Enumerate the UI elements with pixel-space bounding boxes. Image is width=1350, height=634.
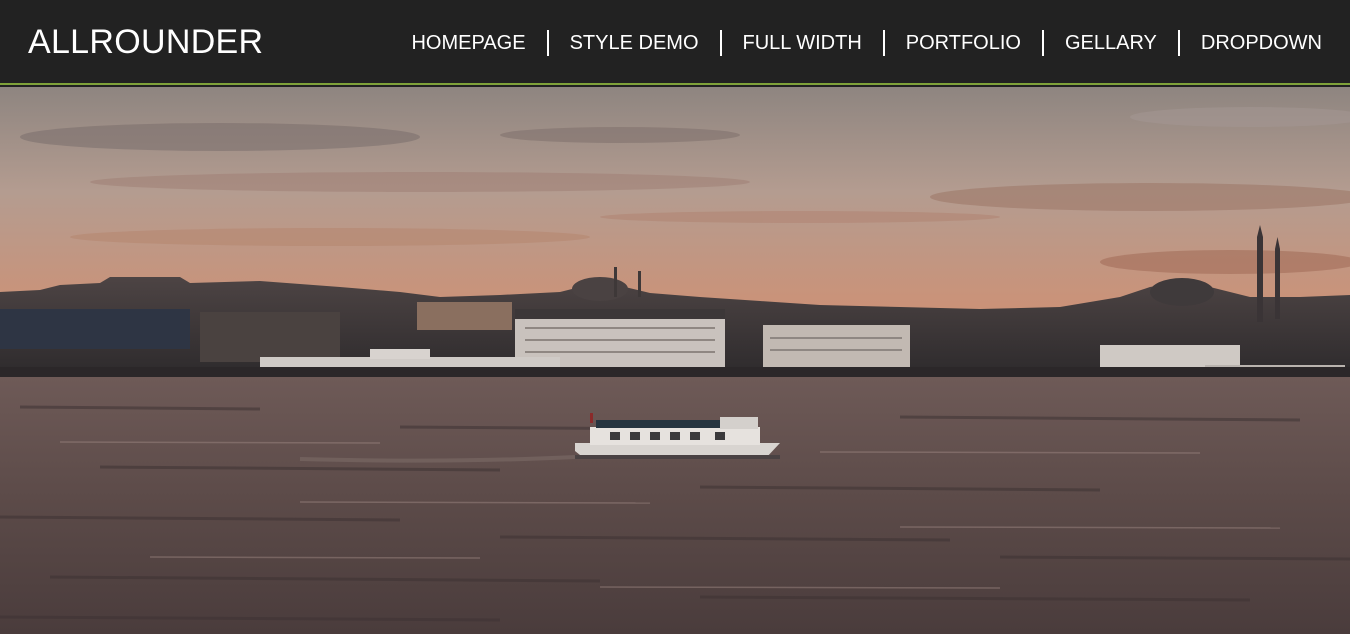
nav-item-gallery[interactable]: GELLARY — [1041, 30, 1178, 56]
nav-item-full-width[interactable]: FULL WIDTH — [719, 30, 883, 56]
nav-item-portfolio[interactable]: PORTFOLIO — [882, 30, 1042, 56]
site-header: ALLROUNDER HOMEPAGE STYLE DEMO FULL WIDT… — [0, 0, 1350, 85]
nav-item-homepage[interactable]: HOMEPAGE — [411, 30, 546, 56]
hero-image — [0, 87, 1350, 634]
site-logo-title[interactable]: ALLROUNDER — [28, 22, 263, 62]
main-nav: HOMEPAGE STYLE DEMO FULL WIDTH PORTFOLIO… — [411, 30, 1322, 56]
hero-photo-illustration — [0, 87, 1350, 634]
nav-item-dropdown[interactable]: DROPDOWN — [1177, 30, 1322, 56]
water — [0, 377, 1350, 634]
nav-item-style-demo[interactable]: STYLE DEMO — [546, 30, 720, 56]
